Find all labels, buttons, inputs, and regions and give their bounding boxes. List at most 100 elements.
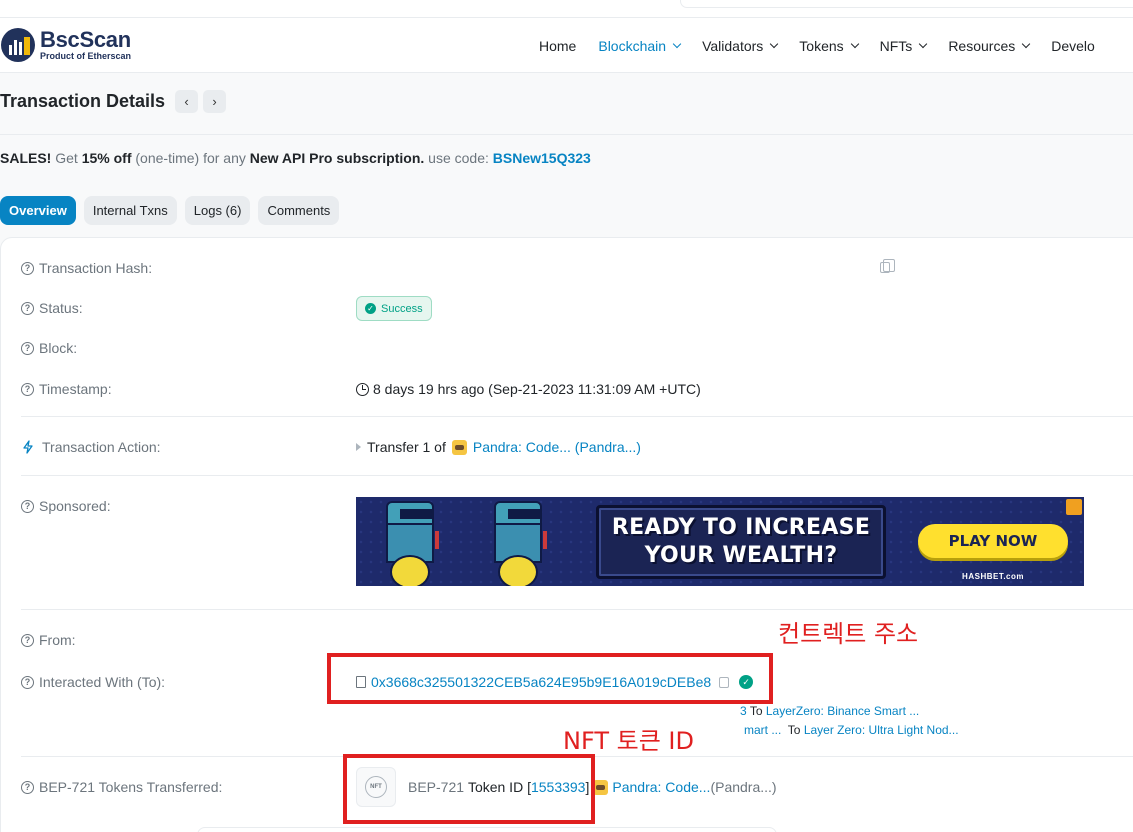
nav-item-label: Validators [702, 37, 764, 54]
internal-call-1-target-link[interactable]: LayerZero: Binance Smart ... [766, 704, 919, 718]
slot-machine-graphic [489, 501, 547, 586]
chevron-left-icon: ‹ [184, 94, 189, 109]
promo-product: New API Pro subscription. [249, 150, 425, 166]
to-label: Interacted With (To): [39, 674, 166, 690]
bep721-label: BEP-721 Tokens Transferred: [39, 779, 223, 795]
annotation-box-tokenid [343, 754, 595, 824]
top-strip [0, 0, 1133, 18]
timestamp-value: 8 days 19 hrs ago (Sep-21-2023 11:31:09 … [356, 381, 701, 397]
search-box[interactable] [680, 0, 1133, 8]
title-divider [0, 134, 1133, 135]
help-icon[interactable]: ? [21, 499, 34, 513]
caret-right-icon[interactable] [356, 443, 361, 451]
promo-text-3: use code: [424, 150, 493, 166]
nav-item-home[interactable]: Home [539, 38, 576, 54]
tab-logs-6[interactable]: Logs (6) [184, 196, 251, 225]
lightning-icon [23, 440, 33, 454]
nav-item-blockchain[interactable]: Blockchain [598, 37, 682, 54]
status-badge-text: Success [381, 302, 423, 315]
nav-item-resources[interactable]: Resources [948, 37, 1031, 54]
timestamp-label: Timestamp: [39, 381, 112, 397]
play-now-button[interactable]: PLAY NOW [918, 524, 1068, 558]
nav-item-label: Develo [1051, 37, 1095, 54]
internal-call-1-to: To [749, 704, 763, 718]
chevron-down-icon [770, 39, 779, 48]
tx-hash-row: ? Transaction Hash: [21, 260, 152, 276]
section-divider [21, 475, 1133, 476]
promo-text-2: (one-time) for any [131, 150, 250, 166]
annotation-nft-token-id: NFT 토큰 ID [563, 727, 694, 755]
internal-call-2-to: To [787, 723, 801, 737]
clock-icon [356, 382, 369, 396]
help-icon[interactable]: ? [21, 301, 34, 315]
nav-item-label: Resources [948, 37, 1016, 54]
section-divider [21, 609, 1133, 610]
from-row: ? From: [21, 632, 76, 648]
bep721-row: ? BEP-721 Tokens Transferred: [21, 779, 222, 795]
tx-action-value: Transfer 1 of Pandra: Code... (Pandra...… [356, 439, 641, 455]
promo-sales: SALES! [0, 150, 52, 166]
check-circle-icon: ✓ [365, 303, 376, 314]
ad-info-icon[interactable] [1066, 499, 1082, 515]
next-tx-button[interactable]: › [203, 90, 227, 113]
timestamp-text: 8 days 19 hrs ago (Sep-21-2023 11:31:09 … [373, 381, 701, 397]
tx-action-row: Transaction Action: [21, 439, 161, 455]
nav-item-nfts[interactable]: NFTs [879, 37, 928, 54]
slot-machine-graphic [381, 501, 439, 586]
to-row: ? Interacted With (To): [21, 674, 165, 690]
banner-headline-line2: YOUR WEALTH? [644, 543, 838, 568]
copy-icon[interactable] [880, 259, 895, 273]
help-icon[interactable]: ? [21, 633, 34, 647]
status-label: Status: [39, 300, 83, 316]
tx-action-token-link[interactable]: Pandra: Code... (Pandra...) [473, 439, 641, 455]
promo-text-1: Get [51, 150, 82, 166]
section-divider [21, 416, 1133, 417]
banner-headline-line1: READY TO INCREASE [611, 515, 871, 540]
sponsored-ad-banner[interactable]: READY TO INCREASE YOUR WEALTH? HASHBET.c… [356, 497, 1084, 586]
nav-item-develo[interactable]: Develo [1051, 38, 1095, 54]
banner-headline-panel: READY TO INCREASE YOUR WEALTH? [596, 505, 886, 579]
nav-item-label: Home [539, 37, 577, 54]
sponsored-label: Sponsored: [39, 498, 111, 514]
nav-item-validators[interactable]: Validators [702, 37, 779, 54]
tab-comments[interactable]: Comments [258, 196, 340, 225]
promo-banner: SALES! Get 15% off (one-time) for any Ne… [0, 150, 591, 166]
help-icon[interactable]: ? [21, 675, 34, 689]
title-row: Transaction Details ‹ › [0, 90, 227, 113]
help-icon[interactable]: ? [21, 780, 34, 794]
internal-call-2-target-link[interactable]: Layer Zero: Ultra Light Nod... [804, 723, 959, 737]
annotation-box-contract [327, 653, 773, 704]
chevron-down-icon [672, 39, 682, 48]
logo-name: BscScan [40, 27, 131, 52]
tab-overview[interactable]: Overview [0, 196, 76, 225]
nav-item-label: NFTs [879, 37, 913, 54]
block-label: Block: [39, 340, 78, 356]
help-icon[interactable]: ? [21, 341, 34, 355]
promo-discount: 15% off [81, 150, 132, 166]
tx-action-prefix: Transfer 1 of [367, 439, 446, 455]
internal-call-2-prefix[interactable]: mart ... [744, 723, 781, 737]
status-row: ? Status: [21, 300, 83, 316]
main-nav: Home Blockchain Validators Tokens NFTs Resour… [539, 18, 1117, 73]
bscscan-logo[interactable]: BscScan Product of Etherscan [0, 27, 131, 63]
bep721-token-suffix: (Pandra...) [710, 779, 777, 795]
promo-code-link[interactable]: BSNew15Q323 [493, 150, 591, 166]
banner-brand: HASHBET.com [962, 572, 1024, 581]
prev-tx-button[interactable]: ‹ [175, 90, 199, 113]
nav-item-label: Blockchain [598, 37, 667, 54]
site-header: BscScan Product of Etherscan Home Blockch… [0, 18, 1133, 73]
tab-internal-txns[interactable]: Internal Txns [83, 196, 177, 225]
block-row: ? Block: [21, 340, 77, 356]
bep721-token-link[interactable]: Pandra: Code... [612, 779, 710, 795]
help-icon[interactable]: ? [21, 382, 34, 396]
chevron-down-icon [1021, 39, 1031, 48]
logo-subtitle: Product of Etherscan [40, 51, 132, 61]
nav-item-label: Tokens [799, 37, 844, 54]
detail-tabs: Overview Internal Txns Logs (6) Comments [0, 196, 347, 225]
pandra-token-icon [451, 439, 467, 455]
nav-item-tokens[interactable]: Tokens [799, 37, 859, 54]
bottom-panel-edge [197, 827, 777, 832]
help-icon[interactable]: ? [21, 261, 34, 275]
from-label: From: [39, 632, 76, 648]
bscscan-logo-icon [1, 28, 35, 62]
